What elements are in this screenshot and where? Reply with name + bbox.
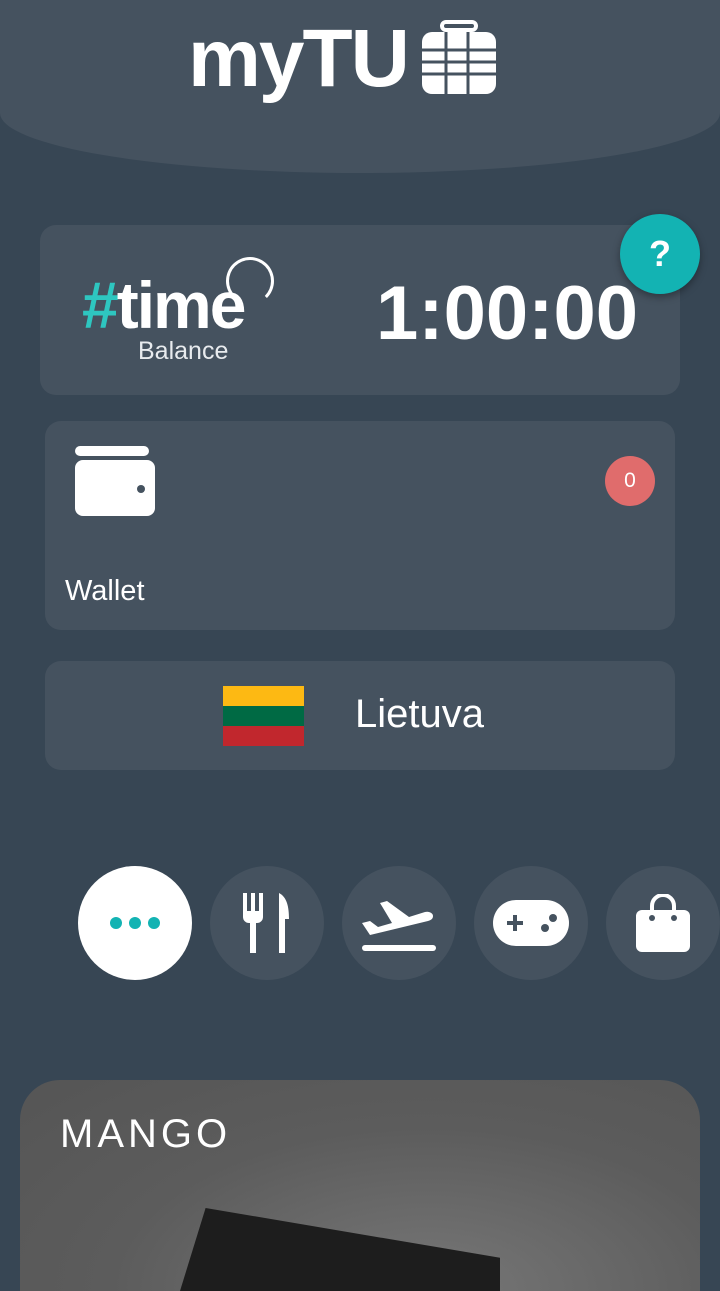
gamepad-icon [493,900,569,946]
country-selector[interactable]: Lietuva [45,661,675,770]
clock-icon [226,257,274,305]
lithuania-flag [223,686,304,746]
category-travel[interactable] [342,866,456,980]
category-more[interactable] [78,866,192,980]
wallet-icon [75,446,155,516]
restaurant-icon [243,893,289,953]
category-restaurants[interactable] [210,866,324,980]
flight-icon [362,901,436,951]
time-balance-card[interactable]: #time Balance 1:00:00 [40,225,680,395]
shopping-bag-icon [636,894,690,952]
country-name: Lietuva [355,692,484,736]
hash-symbol: # [82,268,119,342]
logo-text: myTU [188,13,410,104]
promo-card[interactable]: MANGO [20,1080,700,1291]
time-balance-value: 1:00:00 [376,271,638,356]
wallet-card[interactable]: 0 Wallet [45,421,675,630]
promo-image [180,1208,500,1291]
help-icon: ? [649,233,671,274]
category-games[interactable] [474,866,588,980]
time-logo: #time [82,267,246,343]
suitcase-icon [421,20,496,94]
help-button[interactable]: ? [620,214,700,294]
balance-label: Balance [138,337,229,365]
app-logo: myTU [188,18,498,100]
brand-logo: MANGO [60,1112,232,1156]
more-icon [110,917,160,929]
wallet-badge: 0 [605,456,655,506]
wallet-label: Wallet [65,575,145,607]
category-shopping[interactable] [606,866,720,980]
